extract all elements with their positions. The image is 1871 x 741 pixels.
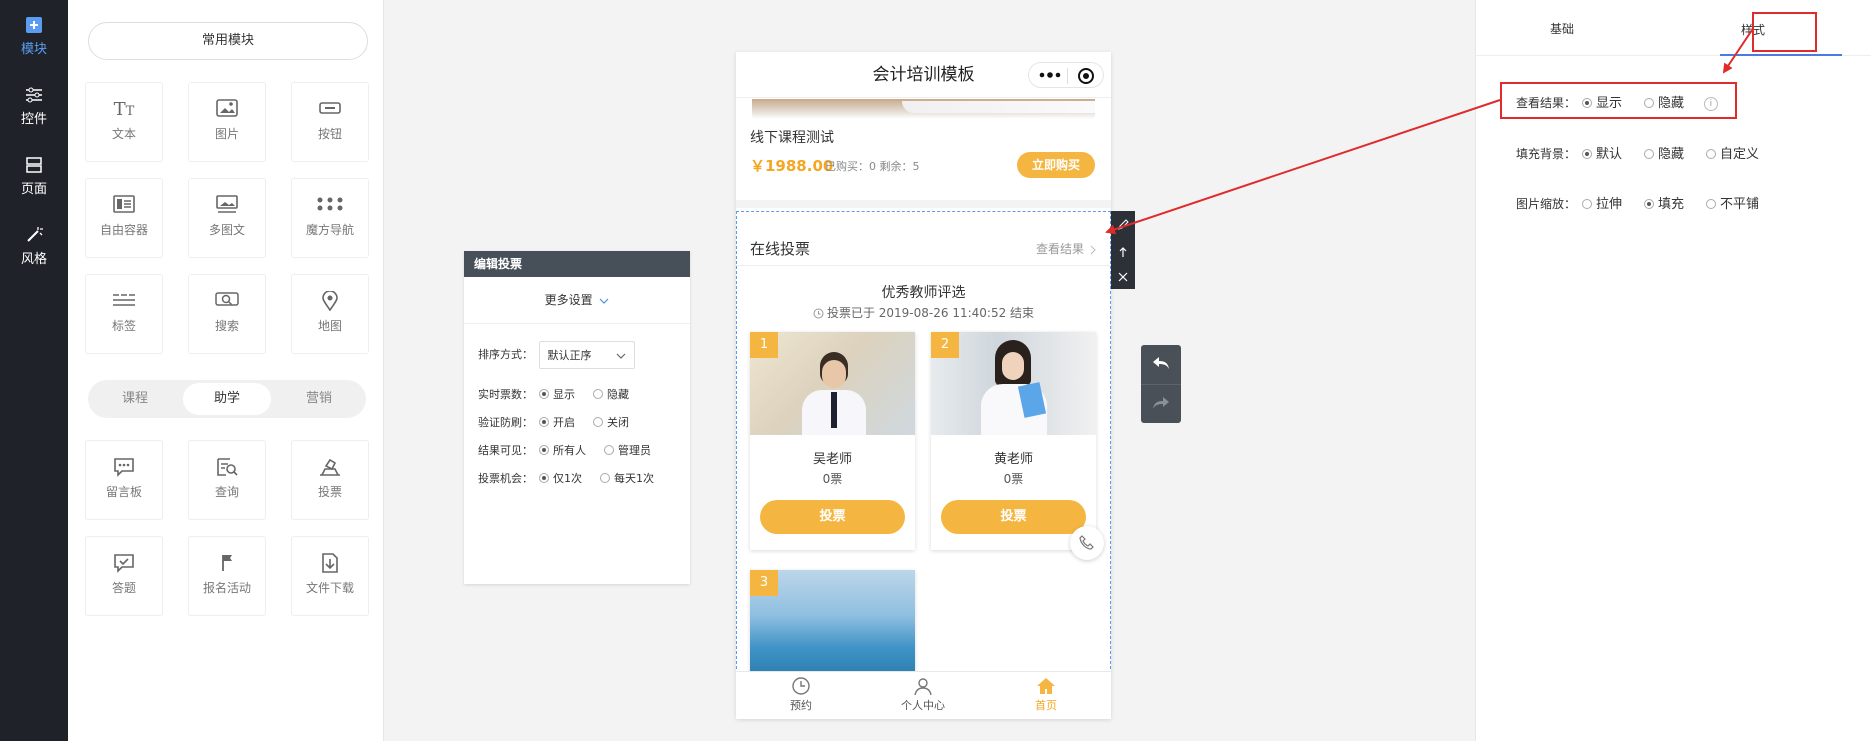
annotation-arrows (1105, 29, 1753, 235)
arrow-to-view-results (1105, 99, 1501, 235)
arrow-to-style-tab (1722, 29, 1753, 74)
